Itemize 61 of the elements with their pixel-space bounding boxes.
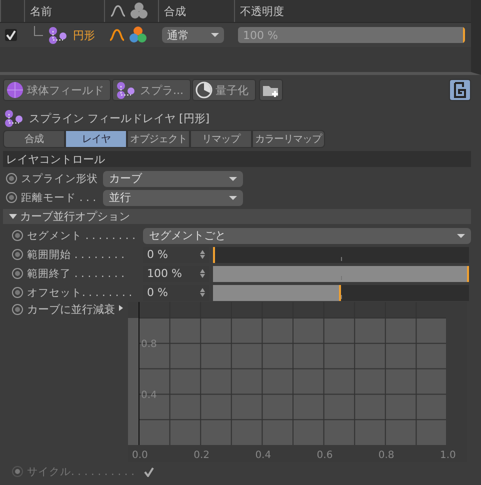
column-header: 不透明度 <box>240 4 284 18</box>
tab[interactable]: カラーリマップ <box>252 130 324 148</box>
keyframe-toggle[interactable] <box>6 173 17 184</box>
panel-title: スプライン フィールドレイヤ [円形] <box>29 110 210 126</box>
expand-arrow-icon[interactable] <box>119 305 123 311</box>
axis-label: 0.4 <box>141 390 157 401</box>
spline-icon <box>115 81 137 99</box>
slider-track[interactable] <box>213 246 469 262</box>
spline-icon <box>3 109 25 127</box>
tab[interactable]: レイヤ <box>65 130 127 148</box>
field-label: カーブに並行減衰 <box>27 302 115 317</box>
axis-label: 0.6 <box>316 450 333 461</box>
sphere-icon <box>6 81 24 99</box>
color-channels-icon <box>129 26 147 44</box>
keyframe-toggle[interactable] <box>6 192 17 203</box>
dropdown[interactable]: セグメントごと <box>143 228 471 244</box>
field-label: セグメント . . . . . . . . <box>27 228 136 242</box>
subsection-header: カーブ並行オプション <box>20 209 130 224</box>
spinner-icon[interactable] <box>200 288 205 297</box>
dropdown[interactable]: 並行 <box>103 190 243 206</box>
slider-track[interactable] <box>213 284 469 300</box>
axis-label: 0.0 <box>132 450 148 461</box>
field-button[interactable]: 球体フィールド <box>3 79 111 101</box>
spinner-icon[interactable] <box>200 269 205 278</box>
dropdown[interactable]: カーブ <box>103 170 243 186</box>
add-folder-button[interactable] <box>258 79 282 101</box>
axis-label: 0.4 <box>255 450 272 461</box>
field-button[interactable]: 量子化 <box>192 79 256 101</box>
column-header: 名前 <box>30 4 52 18</box>
spline-icon <box>47 26 69 44</box>
blend-dropdown[interactable]: 通常 <box>162 27 224 43</box>
field-label: オフセット. . . . . . . . <box>27 286 134 300</box>
quantize-icon <box>194 81 212 99</box>
color-channels-icon <box>130 2 148 20</box>
keyframe-toggle[interactable] <box>12 230 23 241</box>
enable-checkbox[interactable] <box>5 29 17 41</box>
tab[interactable]: 合成 <box>3 130 65 148</box>
tab[interactable]: リマップ <box>190 130 252 148</box>
layer-name[interactable]: 円形 <box>73 28 95 42</box>
keyframe-toggle[interactable] <box>12 304 23 315</box>
wave-icon <box>110 3 126 19</box>
field-label: スプライン形状 <box>21 172 99 186</box>
axis-label: 0.2 <box>194 450 210 461</box>
axis-label: 0.8 <box>141 339 157 350</box>
disclosure-triangle-icon[interactable] <box>9 214 17 219</box>
axis-label: 1.0 <box>440 450 456 461</box>
axis-label: 0.8 <box>378 450 394 461</box>
field-label: サイクル. . . . . . . . . . <box>27 464 136 478</box>
keyframe-toggle[interactable] <box>12 249 23 260</box>
spinner-icon[interactable] <box>200 250 205 259</box>
column-header: 合成 <box>164 4 186 18</box>
slider-track[interactable] <box>213 266 469 282</box>
field-label: 範囲終了 . . . . . . . . <box>27 266 126 280</box>
field-button[interactable]: スプラ... <box>112 79 190 101</box>
tab[interactable]: オブジェクト <box>127 130 190 148</box>
field-label: 距離モード . . . <box>21 190 98 204</box>
section-header: レイヤコントロール <box>3 151 471 167</box>
field-label: 範囲開始 . . . . . . . . <box>27 248 126 262</box>
wave-icon <box>109 27 125 43</box>
keyframe-toggle[interactable] <box>12 268 23 279</box>
keyframe-toggle[interactable] <box>12 287 23 298</box>
